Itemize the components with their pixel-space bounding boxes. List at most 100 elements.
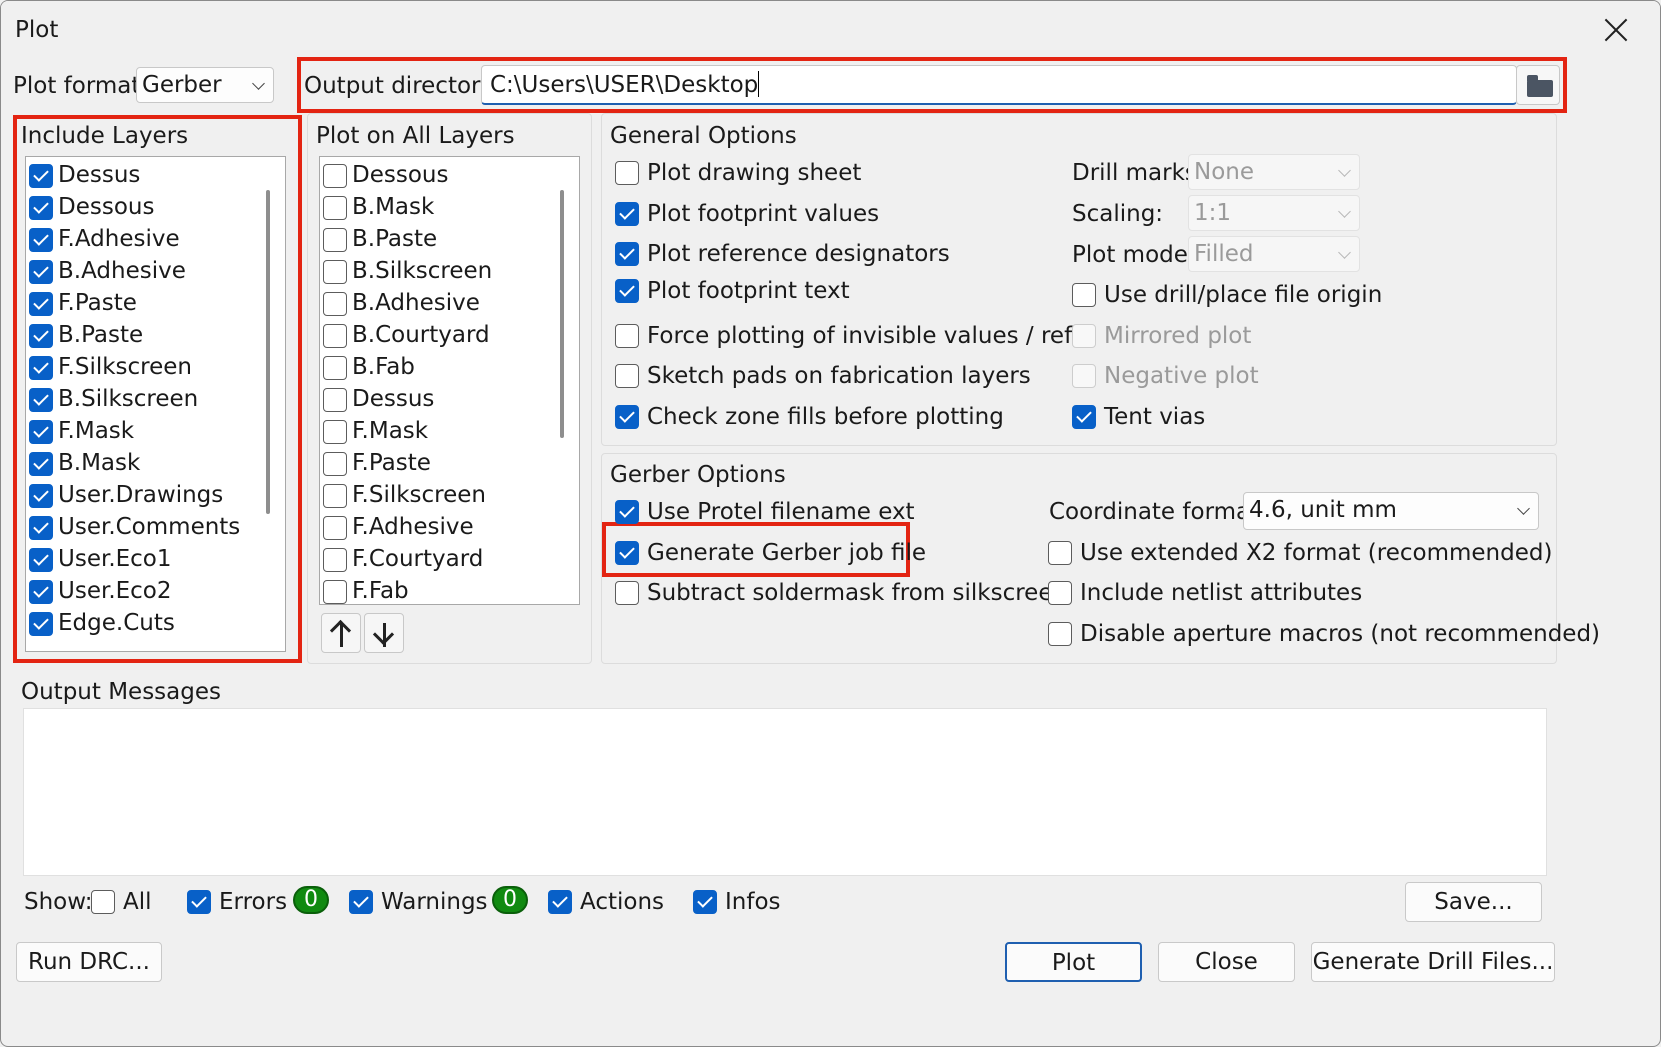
- checkbox[interactable]: [615, 242, 639, 266]
- checkbox[interactable]: [323, 388, 347, 412]
- checkbox[interactable]: [29, 292, 53, 316]
- checkbox[interactable]: [323, 484, 347, 508]
- include-layer-item[interactable]: User.Comments: [26, 511, 262, 543]
- include-layer-item[interactable]: Dessous: [26, 191, 262, 223]
- coordinate-format-select[interactable]: 4.6, unit mm: [1243, 492, 1539, 530]
- include-layer-item[interactable]: Edge.Cuts: [26, 607, 262, 639]
- checkbox[interactable]: [323, 228, 347, 252]
- checkbox[interactable]: [548, 890, 572, 914]
- output-messages-area[interactable]: [23, 708, 1547, 876]
- output-directory-input[interactable]: C:\Users\USER\Desktop: [481, 65, 1517, 105]
- all-layers-item[interactable]: B.Mask: [320, 191, 556, 223]
- include-layer-item[interactable]: Dessus: [26, 159, 262, 191]
- all-layers-item[interactable]: F.Silkscreen: [320, 479, 556, 511]
- checkbox[interactable]: [323, 452, 347, 476]
- all-layers-item[interactable]: B.Paste: [320, 223, 556, 255]
- checkbox[interactable]: [29, 548, 53, 572]
- checkbox[interactable]: [323, 548, 347, 572]
- checkbox[interactable]: [323, 420, 347, 444]
- checkbox[interactable]: [29, 484, 53, 508]
- checkbox[interactable]: [187, 890, 211, 914]
- drill-marks-select[interactable]: None: [1188, 154, 1360, 190]
- checkbox[interactable]: [29, 324, 53, 348]
- move-up-button[interactable]: [321, 613, 361, 653]
- checkbox[interactable]: [323, 164, 347, 188]
- chevron-down-icon: [1338, 205, 1351, 218]
- include-layer-item[interactable]: User.Eco2: [26, 575, 262, 607]
- close-icon[interactable]: [1596, 11, 1636, 51]
- checkbox[interactable]: [29, 420, 53, 444]
- include-layers-list[interactable]: Dessus Dessous F.Adhesive B.Adhesive F.Paste…: [25, 156, 286, 652]
- all-layers-item[interactable]: Dessus: [320, 383, 556, 415]
- include-layer-item[interactable]: F.Paste: [26, 287, 262, 319]
- all-layers-item[interactable]: F.Adhesive: [320, 511, 556, 543]
- checkbox[interactable]: [615, 405, 639, 429]
- include-layers-scrollbar[interactable]: [266, 190, 270, 514]
- checkbox[interactable]: [323, 292, 347, 316]
- checkbox[interactable]: [29, 164, 53, 188]
- checkbox[interactable]: [323, 196, 347, 220]
- checkbox[interactable]: [615, 279, 639, 303]
- include-layer-item[interactable]: B.Silkscreen: [26, 383, 262, 415]
- checkbox[interactable]: [693, 890, 717, 914]
- all-layers-item[interactable]: F.Mask: [320, 415, 556, 447]
- checkbox[interactable]: [1048, 622, 1072, 646]
- checkbox[interactable]: [1072, 405, 1096, 429]
- checkbox[interactable]: [1048, 581, 1072, 605]
- scaling-select[interactable]: 1:1: [1188, 195, 1360, 231]
- checkbox[interactable]: [1072, 283, 1096, 307]
- checkbox[interactable]: [615, 161, 639, 185]
- checkbox[interactable]: [615, 500, 639, 524]
- checkbox[interactable]: [615, 364, 639, 388]
- plot-on-all-layers-scrollbar[interactable]: [560, 190, 564, 438]
- checkbox[interactable]: [29, 580, 53, 604]
- checkbox[interactable]: [323, 580, 347, 604]
- move-down-button[interactable]: [364, 613, 404, 653]
- plot-button[interactable]: Plot: [1005, 942, 1142, 982]
- checkbox[interactable]: [323, 324, 347, 348]
- checkbox[interactable]: [29, 260, 53, 284]
- checkbox[interactable]: [29, 388, 53, 412]
- checkbox[interactable]: [29, 612, 53, 636]
- all-layers-item[interactable]: B.Silkscreen: [320, 255, 556, 287]
- all-layers-item[interactable]: F.Paste: [320, 447, 556, 479]
- all-layers-item[interactable]: B.Fab: [320, 351, 556, 383]
- checkbox[interactable]: [91, 890, 115, 914]
- include-layer-item[interactable]: B.Adhesive: [26, 255, 262, 287]
- close-button[interactable]: Close: [1158, 942, 1295, 982]
- checkbox[interactable]: [29, 196, 53, 220]
- plot-format-select[interactable]: Gerber: [136, 67, 274, 103]
- plot-on-all-layers-list[interactable]: Dessous B.Mask B.Paste B.Silkscreen B.Adhesi…: [319, 156, 580, 605]
- checkbox[interactable]: [29, 452, 53, 476]
- browse-folder-button[interactable]: [1516, 65, 1560, 105]
- checkbox[interactable]: [29, 516, 53, 540]
- checkbox[interactable]: [1048, 541, 1072, 565]
- checkbox[interactable]: [349, 890, 373, 914]
- include-layer-item[interactable]: B.Mask: [26, 447, 262, 479]
- include-layer-item[interactable]: F.Mask: [26, 415, 262, 447]
- show-warnings-label: Warnings: [381, 889, 488, 915]
- all-layers-item[interactable]: F.Fab: [320, 575, 556, 604]
- save-messages-button[interactable]: Save...: [1405, 882, 1542, 922]
- checkbox[interactable]: [323, 516, 347, 540]
- run-drc-button[interactable]: Run DRC...: [16, 942, 162, 982]
- checkbox[interactable]: [29, 356, 53, 380]
- include-layer-item[interactable]: User.Drawings: [26, 479, 262, 511]
- generate-drill-files-button[interactable]: Generate Drill Files...: [1311, 942, 1555, 982]
- all-layers-item[interactable]: F.Courtyard: [320, 543, 556, 575]
- checkbox[interactable]: [29, 228, 53, 252]
- all-layers-item[interactable]: Dessous: [320, 159, 556, 191]
- all-layers-item[interactable]: B.Adhesive: [320, 287, 556, 319]
- checkbox[interactable]: [615, 541, 639, 565]
- checkbox[interactable]: [615, 324, 639, 348]
- all-layers-item[interactable]: B.Courtyard: [320, 319, 556, 351]
- plot-mode-select[interactable]: Filled: [1188, 236, 1360, 272]
- include-layer-item[interactable]: User.Eco1: [26, 543, 262, 575]
- include-layer-item[interactable]: F.Silkscreen: [26, 351, 262, 383]
- checkbox[interactable]: [615, 581, 639, 605]
- include-layer-item[interactable]: F.Adhesive: [26, 223, 262, 255]
- include-layer-item[interactable]: B.Paste: [26, 319, 262, 351]
- checkbox[interactable]: [323, 356, 347, 380]
- checkbox[interactable]: [323, 260, 347, 284]
- checkbox[interactable]: [615, 202, 639, 226]
